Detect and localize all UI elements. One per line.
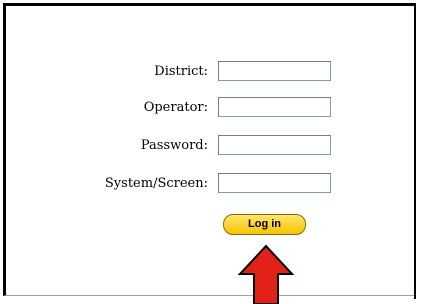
password-row: Password: — [6, 135, 419, 157]
login-panel: District: Operator: Password: System/Scr… — [3, 3, 419, 304]
district-input[interactable] — [218, 61, 331, 81]
district-row: District: — [6, 61, 419, 83]
system-screen-input[interactable] — [218, 173, 331, 193]
operator-row: Operator: — [6, 97, 419, 119]
district-label: District: — [154, 64, 208, 79]
login-button[interactable]: Log in — [223, 214, 306, 235]
operator-label: Operator: — [143, 100, 208, 115]
up-arrow-icon — [238, 244, 294, 304]
password-label: Password: — [140, 138, 208, 153]
operator-input[interactable] — [218, 97, 331, 117]
password-input[interactable] — [218, 135, 331, 155]
system-screen-row: System/Screen: — [6, 173, 419, 195]
system-screen-label: System/Screen: — [104, 176, 208, 191]
